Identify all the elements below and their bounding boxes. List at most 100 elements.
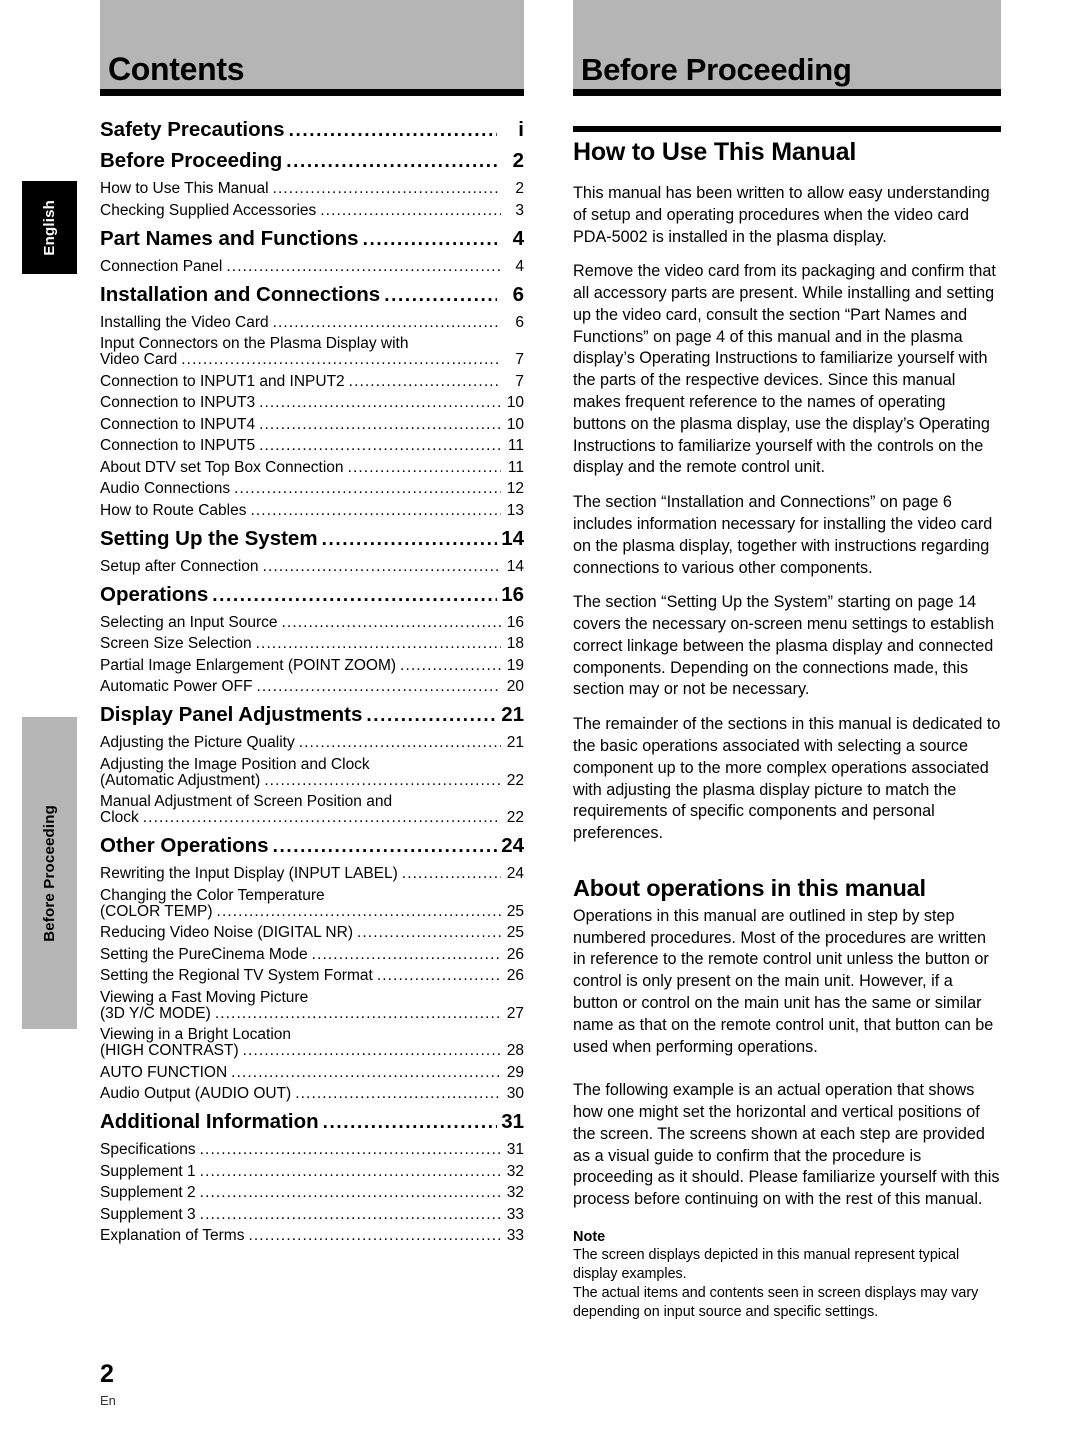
toc-entry-page: 6: [515, 313, 524, 331]
toc-entry[interactable]: Connection to INPUT3....................…: [100, 394, 524, 412]
toc-entry[interactable]: Input Connectors on the Plasma Display w…: [100, 335, 524, 369]
toc-leader-dots: ........................................…: [272, 836, 497, 857]
manual-page: English Before Proceeding Contents Safet…: [0, 0, 1080, 1441]
toc-leader-dots: ........................................…: [256, 678, 501, 695]
toc-leader-dots: ........................................…: [250, 501, 501, 519]
page-language-code: En: [100, 1393, 116, 1408]
toc-entry[interactable]: Part Names and Functions................…: [100, 227, 524, 251]
toc-entry[interactable]: Partial Image Enlargement (POINT ZOOM)..…: [100, 657, 524, 675]
toc-leader-dots: ........................................…: [231, 1063, 501, 1081]
toc-entry[interactable]: Setup after Connection..................…: [100, 558, 524, 576]
toc-entry[interactable]: Screen Size Selection...................…: [100, 635, 524, 653]
toc-entry[interactable]: Installing the Video Card...............…: [100, 314, 524, 332]
paragraph: The screen displays depicted in this man…: [573, 1247, 960, 1283]
toc-leader-dots: ........................................…: [142, 809, 501, 826]
toc-entry[interactable]: Setting the PureCinema Mode.............…: [100, 946, 524, 964]
paragraph: Remove the video card from its packaging…: [573, 262, 996, 477]
toc-entry[interactable]: Additional Information..................…: [100, 1110, 524, 1134]
toc-entry-label: Part Names and Functions: [100, 226, 359, 250]
toc-entry[interactable]: Supplement 2............................…: [100, 1184, 524, 1202]
section-body-about-operations: Operations in this manual are outlined i…: [573, 906, 1001, 1211]
toc-entry[interactable]: Reducing Video Noise (DIGITAL NR).......…: [100, 924, 524, 942]
toc-entry[interactable]: Before Proceeding.......................…: [100, 149, 524, 173]
toc-entry-label: Supplement 1: [100, 1162, 196, 1180]
toc-leader-dots: ........................................…: [181, 351, 501, 368]
toc-entry-page: 21: [501, 703, 524, 726]
toc-entry-page: 24: [506, 865, 524, 882]
toc-entry[interactable]: About DTV set Top Box Connection........…: [100, 459, 524, 477]
toc-entry[interactable]: Viewing in a Bright Location (HIGH CONTRA…: [100, 1026, 524, 1060]
toc-entry[interactable]: Explanation of Terms....................…: [100, 1227, 524, 1245]
toc-entry[interactable]: Display Panel Adjustments...............…: [100, 703, 524, 727]
paragraph: The section “Setting Up the System” star…: [573, 593, 995, 699]
contents-banner-title: Contents: [108, 51, 245, 87]
toc-leader-dots: ........................................…: [322, 1112, 497, 1133]
toc-entry-page: 10: [506, 394, 524, 411]
toc-entry-page: 33: [506, 1205, 524, 1223]
toc-entry-label: Connection to INPUT5: [100, 437, 256, 454]
toc-entry-label: (3D Y/C MODE): [100, 1004, 211, 1022]
toc-leader-dots: ........................................…: [288, 120, 497, 141]
toc-entry-label: Checking Supplied Accessories: [100, 201, 317, 219]
toc-entry-page: 16: [506, 613, 524, 631]
toc-entry-page: 26: [506, 967, 524, 984]
toc-entry[interactable]: Connection to INPUT4....................…: [100, 416, 524, 434]
toc-entry[interactable]: Connection to INPUT1 and INPUT2.........…: [100, 373, 524, 391]
toc-entry[interactable]: Supplement 1............................…: [100, 1163, 524, 1181]
note-label: Note: [573, 1229, 606, 1246]
toc-leader-dots: ........................................…: [347, 458, 501, 476]
toc-entry-label: Setting the Regional TV System Format: [100, 967, 373, 984]
page-number: 2: [100, 1360, 114, 1388]
toc-entry[interactable]: Safety Precautions......................…: [100, 118, 524, 142]
toc-leader-dots: ........................................…: [226, 257, 501, 275]
toc-entry-page: 4: [512, 226, 524, 250]
toc-entry[interactable]: Connection to INPUT5....................…: [100, 437, 524, 455]
toc-entry-page: 32: [506, 1184, 524, 1201]
toc-entry[interactable]: Supplement 3............................…: [100, 1206, 524, 1224]
toc-entry[interactable]: Audio Output (AUDIO OUT)................…: [100, 1085, 524, 1103]
paragraph: The section “Installation and Connection…: [573, 493, 993, 577]
toc-entry-page: 22: [506, 771, 524, 789]
toc-entry[interactable]: Audio Connections.......................…: [100, 480, 524, 498]
toc-entry-label: Adjusting the Picture Quality: [100, 734, 295, 751]
toc-entry[interactable]: Installation and Connections............…: [100, 283, 524, 307]
toc-entry-label: (COLOR TEMP): [100, 902, 213, 920]
toc-entry-page: 11: [507, 437, 524, 454]
toc-leader-dots: ........................................…: [272, 180, 501, 197]
toc-leader-dots: ........................................…: [384, 284, 497, 306]
toc-entry-label: Connection to INPUT1 and INPUT2: [100, 372, 345, 390]
toc-entry[interactable]: Setting Up the System...................…: [100, 527, 524, 551]
toc-entry[interactable]: Selecting an Input Source...............…: [100, 614, 524, 632]
toc-entry[interactable]: How to Use This Manual..................…: [100, 180, 524, 198]
toc-leader-dots: ........................................…: [348, 372, 501, 390]
toc-leader-dots: ........................................…: [295, 1085, 501, 1102]
toc-entry[interactable]: Other Operations........................…: [100, 834, 524, 858]
toc-entry[interactable]: Setting the Regional TV System Format...…: [100, 967, 524, 985]
toc-entry-page: 31: [506, 1141, 524, 1158]
before-proceeding-banner: Before Proceeding: [573, 0, 1001, 96]
toc-entry-label: Automatic Power OFF: [100, 678, 253, 695]
toc-entry-page: 16: [501, 582, 524, 606]
toc-entry[interactable]: Adjusting the Image Position and Clock (A…: [100, 756, 524, 790]
toc-entry[interactable]: Automatic Power OFF.....................…: [100, 678, 524, 696]
toc-leader-dots: ........................................…: [212, 584, 497, 606]
toc-entry-page: 28: [506, 1042, 524, 1059]
toc-entry[interactable]: Specifications..........................…: [100, 1141, 524, 1159]
section-heading-about-operations: About operations in this manual: [573, 874, 926, 901]
toc-entry-page: 32: [506, 1162, 524, 1180]
paragraph: The following example is an actual opera…: [573, 1081, 1000, 1209]
toc-entry-page: 25: [506, 924, 524, 941]
toc-entry-label: How to Use This Manual: [100, 180, 269, 197]
toc-entry[interactable]: How to Route Cables.....................…: [100, 502, 524, 520]
toc-entry[interactable]: Connection Panel........................…: [100, 258, 524, 276]
toc-leader-dots: ........................................…: [259, 415, 501, 433]
toc-entry[interactable]: Checking Supplied Accessories...........…: [100, 202, 524, 220]
toc-entry[interactable]: Rewriting the Input Display (INPUT LABEL…: [100, 865, 524, 883]
toc-entry[interactable]: AUTO FUNCTION...........................…: [100, 1064, 524, 1082]
toc-entry[interactable]: Operations..............................…: [100, 583, 524, 607]
toc-entry[interactable]: Adjusting the Picture Quality...........…: [100, 734, 524, 752]
toc-entry[interactable]: Changing the Color Temperature (COLOR TEM…: [100, 887, 524, 921]
toc-entry[interactable]: Viewing a Fast Moving Picture (3D Y/C MOD…: [100, 989, 524, 1023]
toc-entry[interactable]: Manual Adjustment of Screen Position and…: [100, 793, 524, 827]
toc-entry-page: 22: [506, 809, 524, 826]
